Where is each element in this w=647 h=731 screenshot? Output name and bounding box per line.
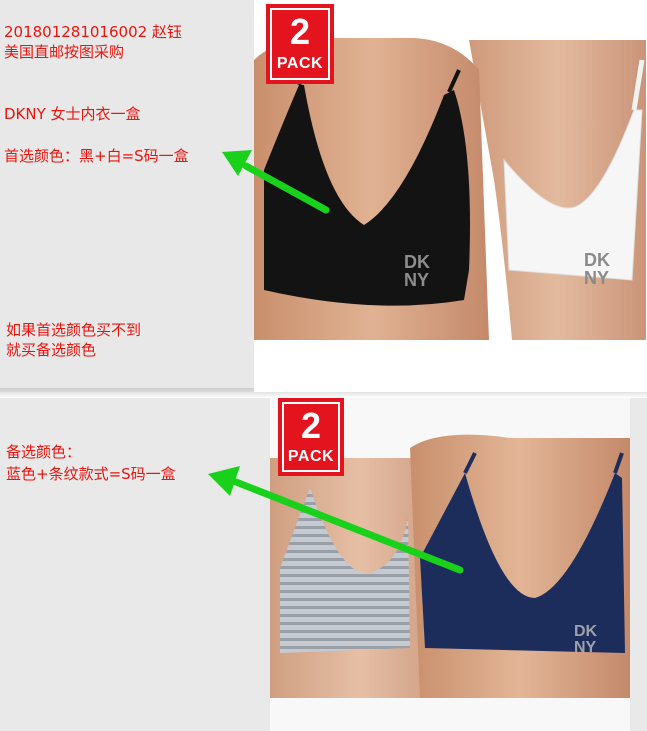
alt-color-note: 蓝色+条纹款式=S码一盒 [6,465,176,483]
product-photo-black-white: DK NY DK NY 2 PACK [254,0,647,392]
svg-text:NY: NY [404,270,429,290]
svg-text:NY: NY [584,268,609,288]
two-pack-badge-alt: 2 PACK [278,398,344,476]
fallback-note-line2: 就买备选颜色 [6,341,97,359]
dkny-logo-navy: DK [574,623,598,640]
primary-color-note: 首选颜色：黑+白=S码一盒 [4,147,189,165]
alt-color-heading: 备选颜色： [6,443,82,461]
fallback-note-line1: 如果首选颜色买不到 [6,321,142,339]
order-id-line: 201801281016002 赵钰 [4,23,182,41]
svg-text:NY: NY [574,639,597,656]
purchase-note: 美国直邮按图采购 [4,43,125,61]
product-name: DKNY 女士内衣一盒 [4,105,141,123]
dkny-logo-black: DK [404,252,430,272]
two-pack-badge: 2 PACK [266,4,334,84]
product-photo-navy-stripe: DK NY 2 PACK [270,398,630,731]
dkny-logo-white: DK [584,250,610,270]
